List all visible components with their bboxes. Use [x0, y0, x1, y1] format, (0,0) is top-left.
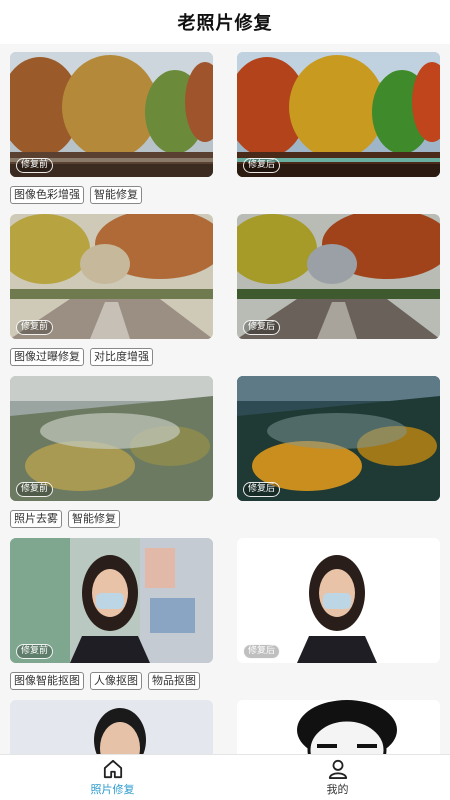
- feature-tag[interactable]: 图像过曝修复: [10, 348, 84, 366]
- app-root: 老照片修复 修复前 修复后 图像色彩增强 智能修复 修复前 修复后 图像过曝修复…: [0, 0, 450, 800]
- feature-tag[interactable]: 物品抠图: [148, 672, 200, 690]
- man-portrait-image: [10, 700, 213, 754]
- after-photo[interactable]: 修复后: [237, 376, 440, 501]
- feature-tags: 图像色彩增强 智能修复: [10, 186, 440, 206]
- example-card-cutout[interactable]: 修复前 修复后 图像智能抠图 人像抠图 物品抠图: [10, 538, 440, 692]
- after-photo[interactable]: 修复后: [237, 538, 440, 663]
- feature-tag[interactable]: 对比度增强: [90, 348, 153, 366]
- page-title: 老照片修复: [177, 13, 273, 34]
- before-label: 修复前: [16, 320, 54, 335]
- after-label: 修复后: [243, 320, 281, 335]
- example-list[interactable]: 修复前 修复后 图像色彩增强 智能修复 修复前 修复后 图像过曝修复 对比度增强…: [0, 44, 450, 754]
- tab-mine[interactable]: 我的: [225, 755, 450, 800]
- tab-photo-repair[interactable]: 照片修复: [0, 755, 225, 800]
- before-photo[interactable]: [10, 700, 213, 754]
- after-photo[interactable]: 修复后: [237, 214, 440, 339]
- tab-label: 我的: [326, 782, 349, 796]
- before-photo[interactable]: 修复前: [10, 214, 213, 339]
- example-card-dehaze[interactable]: 修复前 修复后 照片去雾 智能修复: [10, 376, 440, 530]
- tab-label: 照片修复: [90, 782, 135, 796]
- before-photo[interactable]: 修复前: [10, 376, 213, 501]
- feature-tag[interactable]: 智能修复: [68, 510, 120, 528]
- after-label: 修复后: [243, 482, 281, 497]
- user-icon: [328, 759, 347, 779]
- feature-tags: 图像智能抠图 人像抠图 物品抠图: [10, 672, 440, 692]
- example-card-color-enhance[interactable]: 修复前 修复后 图像色彩增强 智能修复: [10, 52, 440, 206]
- feature-tag[interactable]: 人像抠图: [90, 672, 142, 690]
- sketch-portrait-image: [237, 700, 440, 754]
- after-label: 修复后: [243, 158, 281, 173]
- before-label: 修复前: [16, 482, 54, 497]
- top-bar: 老照片修复: [0, 0, 450, 44]
- feature-tags: 照片去雾 智能修复: [10, 510, 440, 530]
- after-photo[interactable]: [237, 700, 440, 754]
- home-icon: [103, 759, 122, 778]
- feature-tag[interactable]: 照片去雾: [10, 510, 62, 528]
- feature-tag[interactable]: 图像色彩增强: [10, 186, 84, 204]
- example-card-exposure-fix[interactable]: 修复前 修复后 图像过曝修复 对比度增强: [10, 214, 440, 368]
- before-label: 修复前: [16, 158, 54, 173]
- feature-tags: 图像过曝修复 对比度增强: [10, 348, 440, 368]
- feature-tag[interactable]: 智能修复: [90, 186, 142, 204]
- after-photo[interactable]: 修复后: [237, 52, 440, 177]
- bottom-tab-bar: 照片修复 我的: [0, 754, 450, 800]
- before-photo[interactable]: 修复前: [10, 52, 213, 177]
- after-label: 修复后: [243, 644, 281, 659]
- feature-tag[interactable]: 图像智能抠图: [10, 672, 84, 690]
- before-label: 修复前: [16, 644, 54, 659]
- example-card-sketch[interactable]: [10, 700, 440, 754]
- before-photo[interactable]: 修复前: [10, 538, 213, 663]
